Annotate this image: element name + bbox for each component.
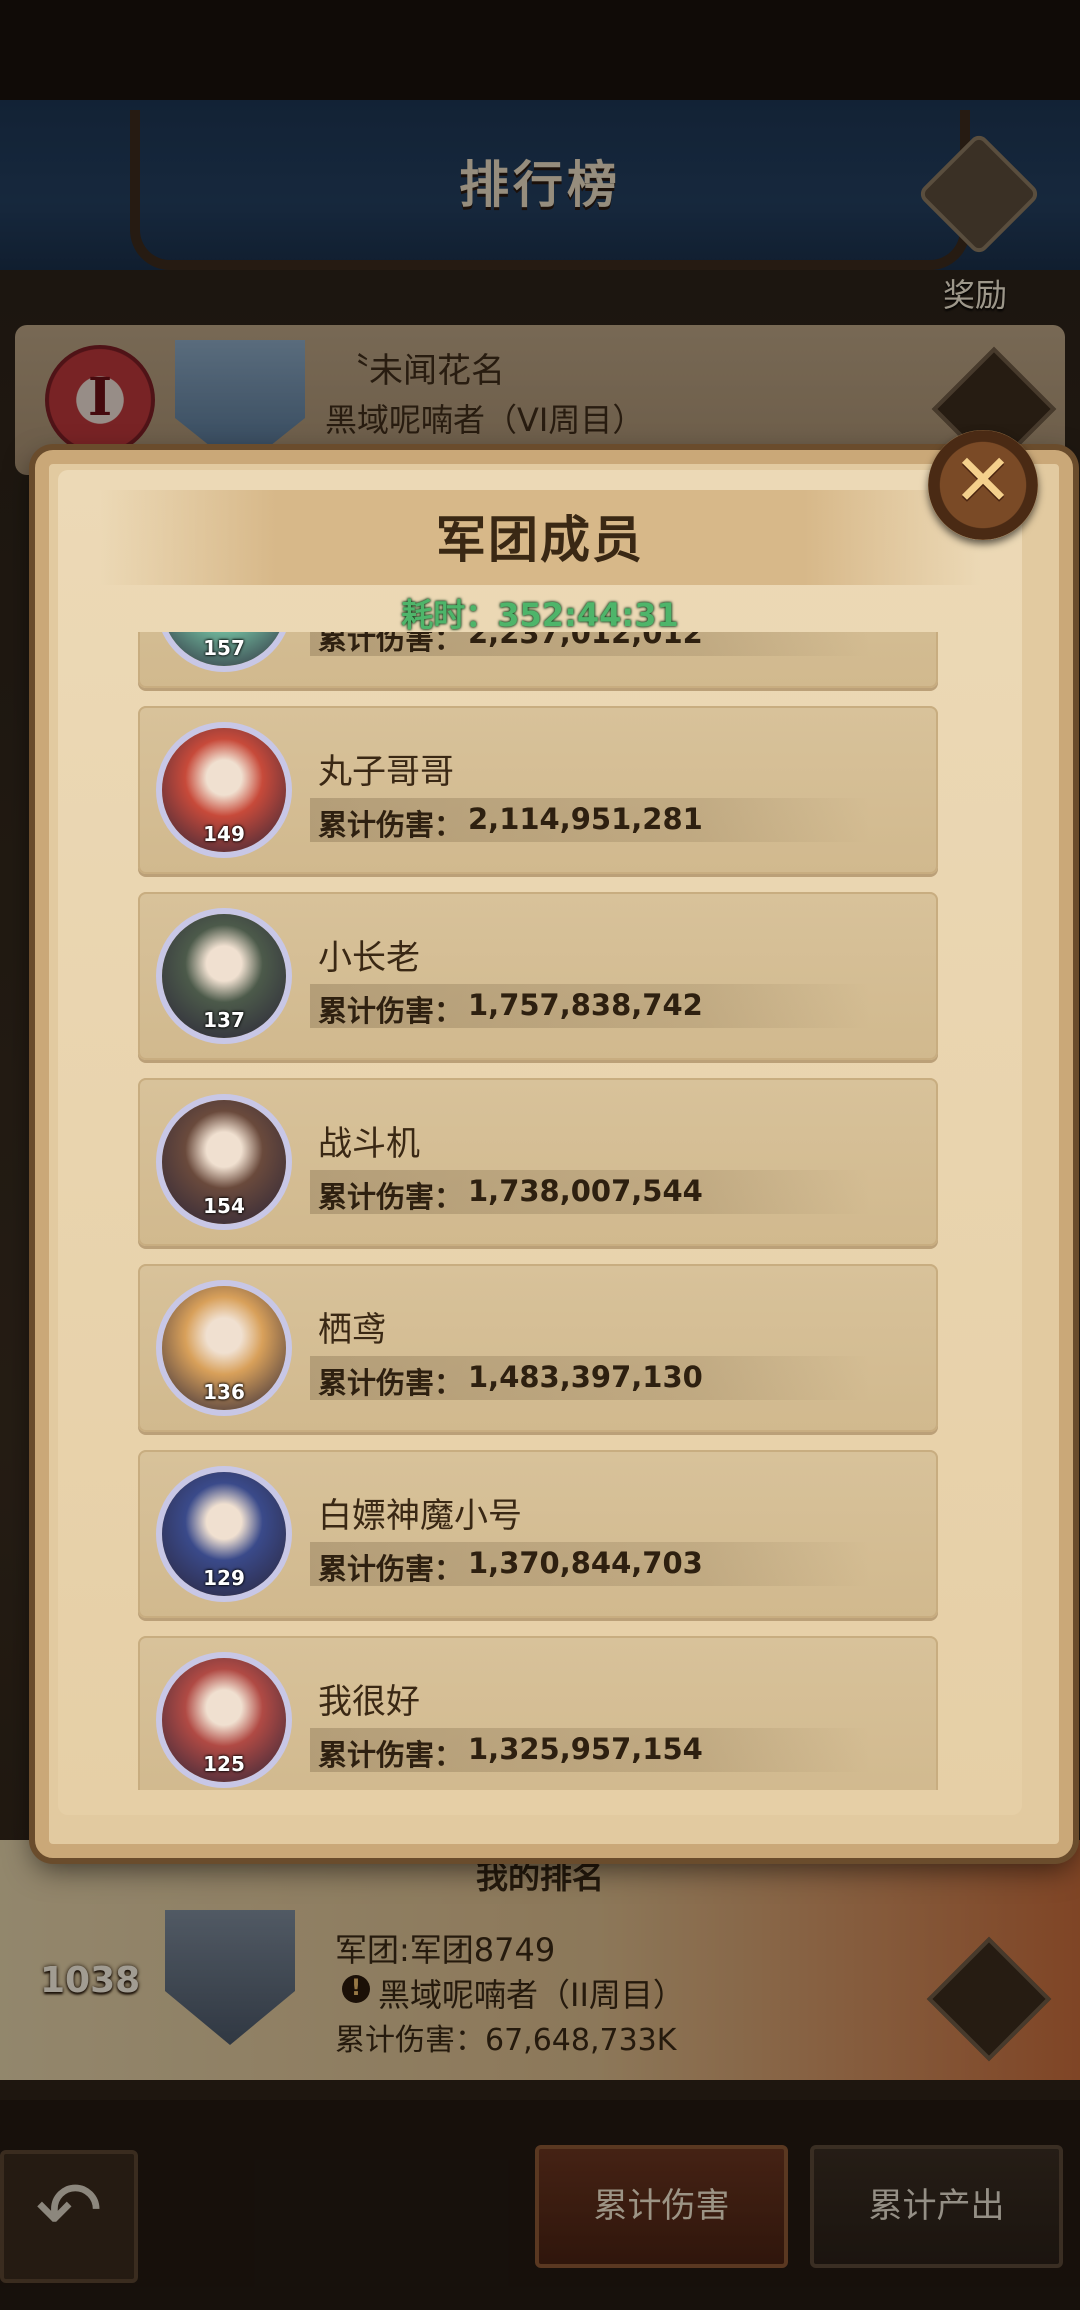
- member-level: 149: [203, 822, 245, 846]
- damage-strip: 累计伤害： 2,114,951,281: [310, 798, 870, 842]
- damage-label: 累计伤害：: [318, 1180, 464, 1214]
- damage-value: 1,483,397,130: [468, 1360, 703, 1394]
- member-name: 战斗机: [318, 1124, 420, 1164]
- elapsed-time: 耗时：352:44:31: [401, 596, 679, 634]
- damage-value: 1,370,844,703: [468, 1546, 703, 1580]
- damage-strip: 累计伤害： 2,237,012,012: [310, 632, 870, 656]
- member-card[interactable]: 149 丸子哥哥累计伤害： 2,114,951,281: [138, 706, 938, 874]
- member-name: 我很好: [318, 1682, 420, 1722]
- member-level: 157: [203, 636, 245, 660]
- damage-label: 累计伤害：: [318, 632, 464, 656]
- member-card[interactable]: 157 累计伤害： 2,237,012,012: [138, 632, 938, 688]
- member-level: 129: [203, 1566, 245, 1590]
- damage-label: 累计伤害：: [318, 994, 464, 1028]
- member-avatar: 157: [156, 632, 292, 672]
- member-list[interactable]: 157 累计伤害： 2,237,012,012 149 丸子哥哥 累计伤害： 2,114,9…: [138, 632, 938, 1790]
- member-card[interactable]: 136 栖鸢累计伤害： 1,483,397,130: [138, 1264, 938, 1432]
- member-avatar: 154: [156, 1094, 292, 1230]
- damage-label: 累计伤害：: [318, 1366, 464, 1400]
- damage-value: 2,114,951,281: [468, 802, 703, 836]
- damage-strip: 累计伤害： 1,738,007,544: [310, 1170, 870, 1214]
- member-level: 125: [203, 1752, 245, 1776]
- damage-value: 1,325,957,154: [468, 1732, 703, 1766]
- damage-strip: 累计伤害： 1,325,957,154: [310, 1728, 870, 1772]
- member-level: 137: [203, 1008, 245, 1032]
- member-card[interactable]: 154 战斗机累计伤害： 1,738,007,544: [138, 1078, 938, 1246]
- damage-strip: 累计伤害： 1,370,844,703: [310, 1542, 870, 1586]
- damage-strip: 累计伤害： 1,483,397,130: [310, 1356, 870, 1400]
- member-avatar: 125: [156, 1652, 292, 1788]
- member-card[interactable]: 125 我很好累计伤害： 1,325,957,154: [138, 1636, 938, 1790]
- member-level: 154: [203, 1194, 245, 1218]
- damage-value: 1,738,007,544: [468, 1174, 703, 1208]
- damage-label: 累计伤害：: [318, 1552, 464, 1586]
- member-avatar: 149: [156, 722, 292, 858]
- member-avatar: 129: [156, 1466, 292, 1602]
- member-card[interactable]: 129 白嫖神魔小号累计伤害： 1,370,844,703: [138, 1450, 938, 1618]
- damage-value: 2,237,012,012: [468, 632, 703, 650]
- damage-label: 累计伤害：: [318, 1738, 464, 1772]
- close-button[interactable]: ✕: [928, 430, 1038, 540]
- member-card[interactable]: 137 小长老累计伤害： 1,757,838,742: [138, 892, 938, 1060]
- close-icon: ✕: [952, 438, 1014, 522]
- member-name: 白嫖神魔小号: [318, 1496, 522, 1536]
- damage-label: 累计伤害：: [318, 808, 464, 842]
- member-name: 栖鸢: [318, 1310, 386, 1350]
- member-avatar: 136: [156, 1280, 292, 1416]
- modal-title: 军团成员: [436, 511, 644, 569]
- member-avatar: 137: [156, 908, 292, 1044]
- damage-strip: 累计伤害： 1,757,838,742: [310, 984, 870, 1028]
- damage-value: 1,757,838,742: [468, 988, 703, 1022]
- member-name: 小长老: [318, 938, 420, 978]
- member-name: 丸子哥哥: [318, 752, 454, 792]
- member-level: 136: [203, 1380, 245, 1404]
